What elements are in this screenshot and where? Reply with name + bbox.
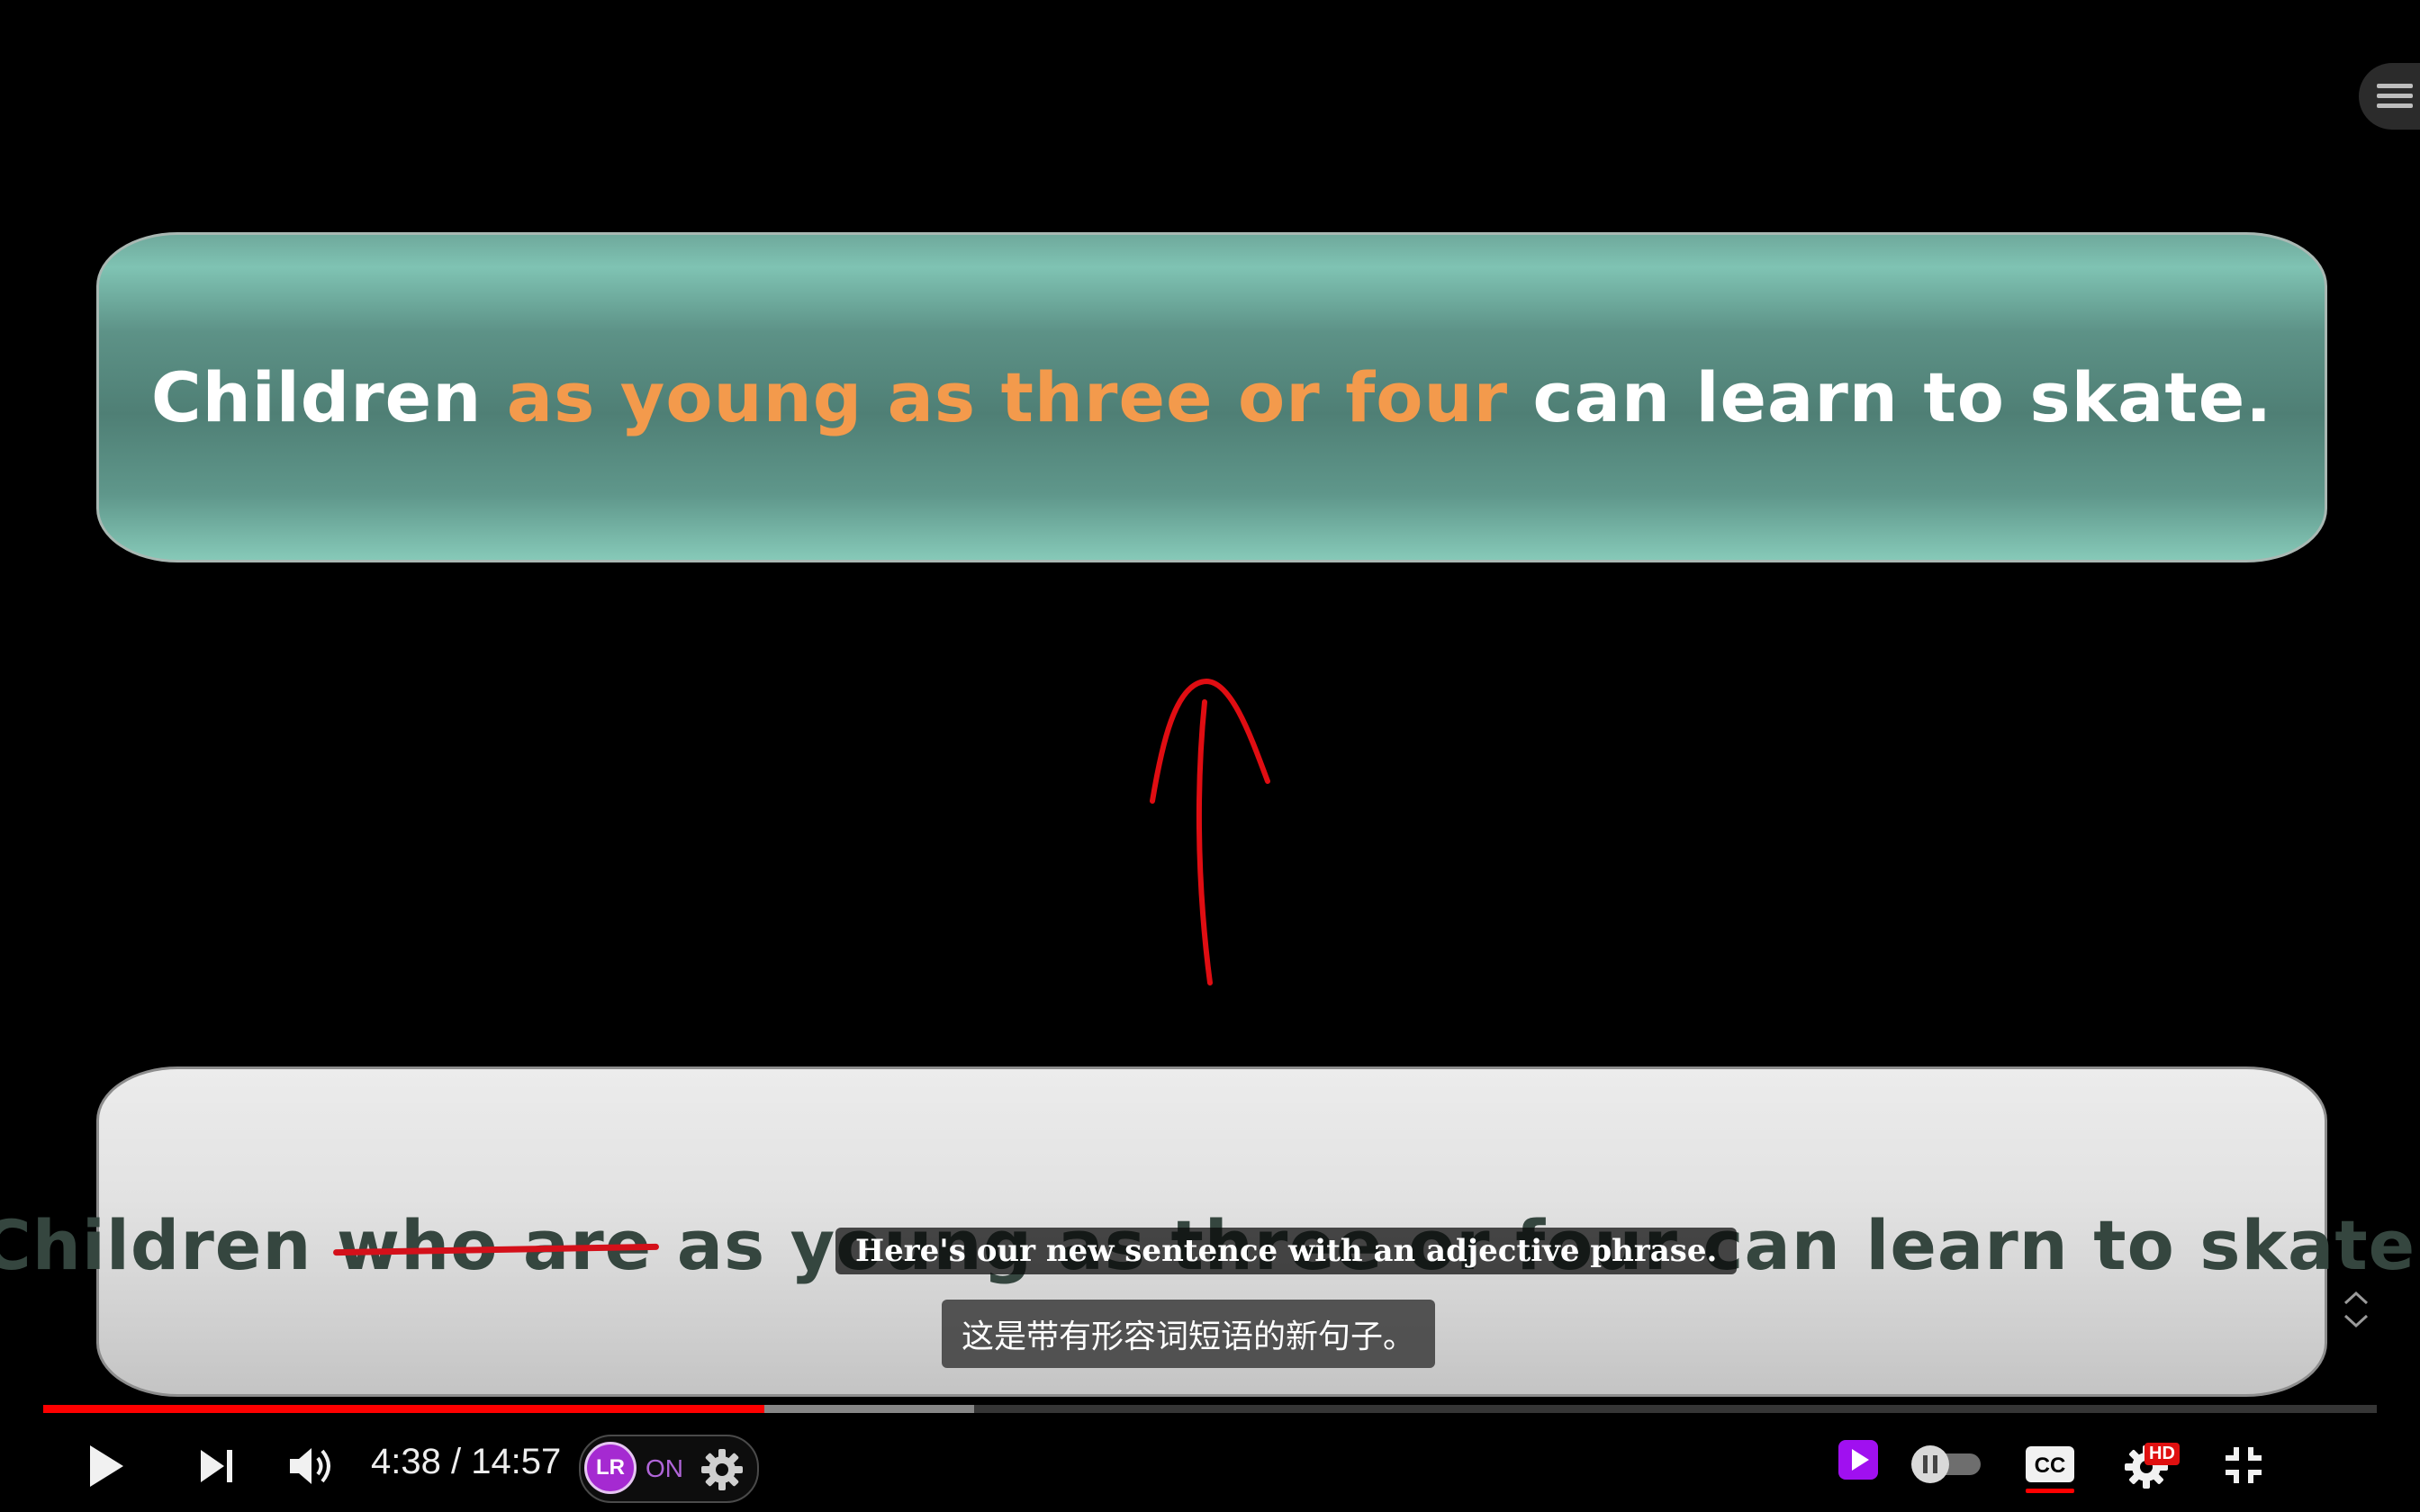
progress-bar[interactable] <box>43 1405 2377 1413</box>
exit-fullscreen-button[interactable] <box>2220 1442 2267 1489</box>
autoplay-toggle[interactable] <box>1909 1444 1984 1485</box>
bottom-sentence-start: Children <box>0 1205 337 1285</box>
subtitle-chinese: 这是带有形容词短语的新句子。 <box>942 1300 1436 1368</box>
miniplayer-button[interactable] <box>1835 1436 1882 1483</box>
subtitle-english: Here's our new sentence with an adjectiv… <box>835 1228 1738 1274</box>
language-reactor-status: ON <box>646 1454 683 1482</box>
miniplayer-icon <box>1838 1440 1878 1480</box>
red-arrow-drawing <box>1150 678 1270 986</box>
played-bar <box>43 1405 764 1413</box>
autoplay-toggle-icon <box>1911 1445 1981 1483</box>
next-button[interactable] <box>194 1444 239 1489</box>
top-sentence-start: Children <box>150 357 507 437</box>
side-menu-button[interactable] <box>2359 63 2420 130</box>
top-sentence-end: can learn to skate. <box>1508 357 2273 437</box>
captions-icon: CC <box>2026 1446 2074 1482</box>
captions-button[interactable]: CC <box>2022 1444 2078 1485</box>
play-icon <box>90 1445 123 1487</box>
adjective-phrase-highlight: as young as three or four <box>506 357 1509 437</box>
captions-active-indicator <box>2026 1489 2074 1493</box>
struck-out-words: who are <box>336 1205 653 1285</box>
settings-icon[interactable] <box>700 1447 745 1492</box>
language-reactor-logo-icon: LR <box>584 1442 637 1494</box>
video-frame[interactable]: Children as young as three or four can l… <box>0 0 2420 1512</box>
menu-icon <box>2377 84 2413 108</box>
language-reactor-toggle[interactable]: LR ON <box>579 1435 759 1503</box>
subtitle-scroll-chevrons-icon[interactable] <box>2341 1287 2371 1332</box>
volume-icon <box>290 1448 330 1484</box>
top-sentence: Children as young as three or four can l… <box>151 357 2272 437</box>
time-display: 4:38 / 14:57 <box>371 1442 562 1481</box>
exit-fullscreen-icon <box>2226 1447 2262 1483</box>
svg-text:CC: CC <box>2035 1454 2066 1478</box>
hd-badge: HD <box>2145 1443 2180 1465</box>
volume-button[interactable] <box>286 1442 337 1490</box>
play-button[interactable] <box>81 1438 131 1494</box>
top-sentence-banner: Children as young as three or four can l… <box>96 232 2327 562</box>
next-icon <box>201 1450 232 1482</box>
